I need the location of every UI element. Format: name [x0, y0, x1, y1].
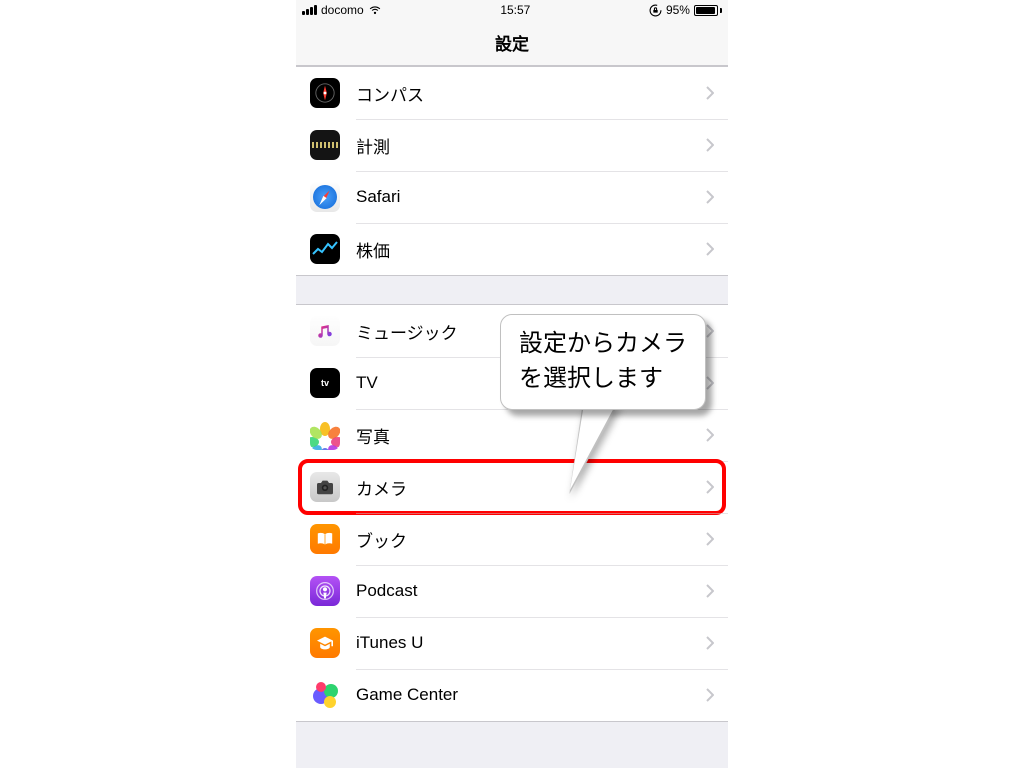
- status-bar: docomo 15:57 95%: [296, 0, 728, 20]
- settings-row-compass[interactable]: コンパス: [296, 67, 728, 119]
- battery-icon: [694, 5, 722, 16]
- compass-icon: [310, 78, 340, 108]
- annotation-callout: 設定からカメラ を選択します: [500, 314, 706, 410]
- books-icon: [310, 524, 340, 554]
- gamecenter-icon: [310, 680, 340, 710]
- settings-row-podcast[interactable]: Podcast: [296, 565, 728, 617]
- settings-row-itunesu[interactable]: iTunes U: [296, 617, 728, 669]
- settings-row-label: 計測: [356, 133, 706, 158]
- settings-row-label: iTunes U: [356, 633, 706, 653]
- chevron-right-icon: [706, 480, 728, 494]
- chevron-right-icon: [706, 86, 728, 100]
- settings-row-camera[interactable]: カメラ: [296, 461, 728, 513]
- settings-row-label: 株価: [356, 237, 706, 262]
- settings-row-label: Game Center: [356, 685, 706, 705]
- settings-row-label: カメラ: [356, 475, 706, 500]
- carrier-label: docomo: [321, 3, 364, 17]
- battery-percentage: 95%: [666, 3, 690, 17]
- measure-icon: [310, 130, 340, 160]
- settings-row-safari[interactable]: Safari: [296, 171, 728, 223]
- chevron-right-icon: [706, 636, 728, 650]
- chevron-right-icon: [706, 688, 728, 702]
- wifi-icon: [368, 3, 382, 17]
- chevron-right-icon: [706, 324, 728, 338]
- chevron-right-icon: [706, 584, 728, 598]
- status-time: 15:57: [500, 3, 530, 17]
- cellular-signal-icon: [302, 5, 317, 15]
- chevron-right-icon: [706, 190, 728, 204]
- photos-icon: [310, 420, 340, 450]
- settings-row-photos[interactable]: 写真: [296, 409, 728, 461]
- camera-icon: [310, 472, 340, 502]
- page-title: 設定: [296, 20, 728, 66]
- chevron-right-icon: [706, 376, 728, 390]
- podcast-icon: [310, 576, 340, 606]
- settings-row-label: Safari: [356, 187, 706, 207]
- chevron-right-icon: [706, 242, 728, 256]
- safari-icon: [310, 182, 340, 212]
- settings-row-measure[interactable]: 計測: [296, 119, 728, 171]
- settings-row-label: 写真: [356, 423, 706, 448]
- settings-row-label: Podcast: [356, 581, 706, 601]
- settings-row-gamecenter[interactable]: Game Center: [296, 669, 728, 721]
- settings-row-books[interactable]: ブック: [296, 513, 728, 565]
- settings-row-label: コンパス: [356, 81, 706, 106]
- settings-row-label: ブック: [356, 527, 706, 552]
- itunesu-icon: [310, 628, 340, 658]
- chevron-right-icon: [706, 138, 728, 152]
- orientation-lock-icon: [649, 4, 662, 17]
- stocks-icon: [310, 234, 340, 264]
- tv-icon: tv: [310, 368, 340, 398]
- music-icon: [310, 316, 340, 346]
- battery-fill: [696, 7, 715, 14]
- chevron-right-icon: [706, 532, 728, 546]
- chevron-right-icon: [706, 428, 728, 442]
- settings-row-stocks[interactable]: 株価: [296, 223, 728, 275]
- settings-group: コンパス計測 Safari 株価: [296, 66, 728, 276]
